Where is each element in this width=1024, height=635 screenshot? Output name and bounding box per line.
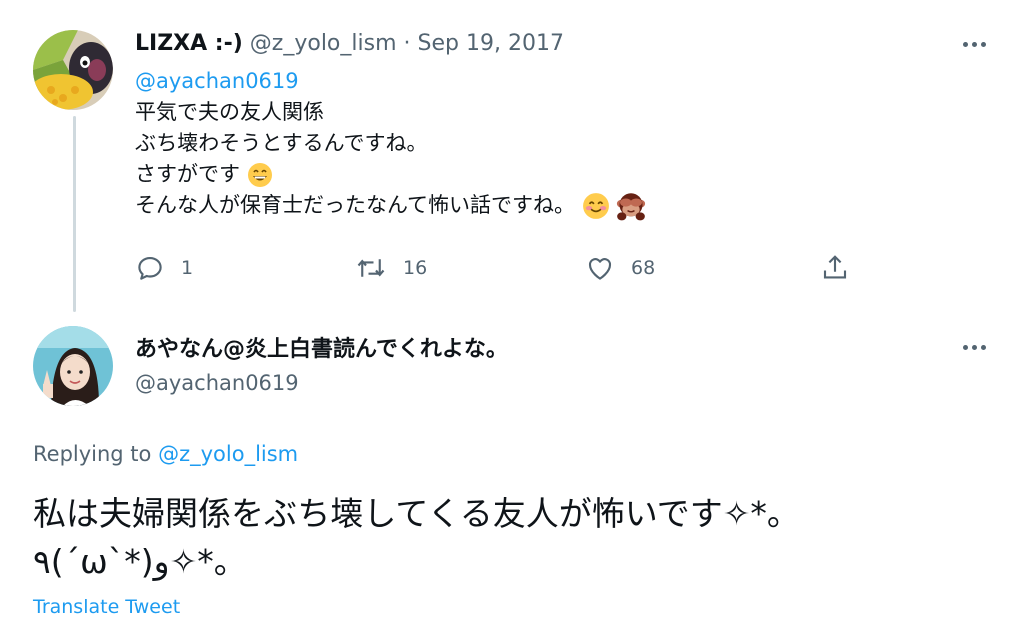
grinning-face-emoji [247, 163, 272, 187]
tweet1-line-4: そんな人が保育士だったなんて怖い話ですね。 [135, 193, 575, 217]
tweet2-text-line-1: 私は夫婦関係をぶち壊してくる友人が怖いです✧*。 [33, 494, 800, 533]
like-button[interactable]: 68 [585, 253, 655, 283]
like-count: 68 [631, 257, 656, 279]
like-icon [588, 258, 612, 280]
tweet2-handle[interactable]: @ayachan0619 [135, 367, 299, 399]
replying-to-prefix: Replying to [33, 442, 152, 466]
thread-connector-line [73, 116, 76, 312]
tweet2-text: 私は夫婦関係をぶち壊してくる友人が怖いです✧*。 ٩(ˊωˋ*)و✧*。 [33, 490, 800, 586]
retweet-button[interactable]: 16 [355, 253, 427, 283]
tweet1-display-name[interactable]: LIZXA :-) [135, 31, 243, 56]
reply-button[interactable]: 1 [135, 253, 193, 283]
tweet1-handle[interactable]: @z_yolo_lism [250, 31, 397, 56]
share-button[interactable] [820, 253, 850, 283]
tweet1-more-icon[interactable] [963, 42, 986, 47]
tweet2-more-icon[interactable] [963, 345, 986, 350]
tweet1-body: @ayachan0619 平気で夫の友人関係 ぶち壊わそうとするんですね。 さす… [135, 66, 646, 221]
reply-count: 1 [181, 257, 194, 279]
avatar-ayanan[interactable] [33, 326, 113, 406]
tweet2-display-name[interactable]: あやなん@炎上白書読んでくれよな。 [135, 334, 508, 366]
avatar-image [33, 30, 113, 110]
tweet2-text-line-2: ٩(ˊωˋ*)و✧*。 [33, 542, 247, 581]
share-icon [823, 255, 847, 279]
replying-to-line: Replying to @z_yolo_lism [33, 438, 298, 470]
tweet1-line-2: ぶち壊わそうとするんですね。 [135, 131, 428, 155]
reply-icon [138, 256, 162, 280]
retweet-icon [357, 259, 385, 277]
tweet1-header: LIZXA :-) @z_yolo_lism · Sep 19, 2017 [135, 28, 564, 60]
avatar-lizxa[interactable] [33, 30, 113, 110]
avatar-image [33, 326, 113, 406]
tweet1-date[interactable]: Sep 19, 2017 [418, 31, 564, 56]
see-no-evil-monkey-emoji [617, 193, 646, 221]
replying-to-handle[interactable]: @z_yolo_lism [158, 442, 298, 466]
smiling-face-emoji [582, 193, 609, 219]
tweet1-mention[interactable]: @ayachan0619 [135, 69, 299, 93]
tweet1-separator: · [403, 31, 411, 56]
tweet1-action-bar: 1 16 68 [135, 253, 855, 289]
translate-tweet-link[interactable]: Translate Tweet [33, 592, 180, 622]
tweet1-line-3: さすがです [135, 162, 240, 186]
tweet1-line-1: 平気で夫の友人関係 [135, 100, 324, 124]
retweet-count: 16 [403, 257, 428, 279]
